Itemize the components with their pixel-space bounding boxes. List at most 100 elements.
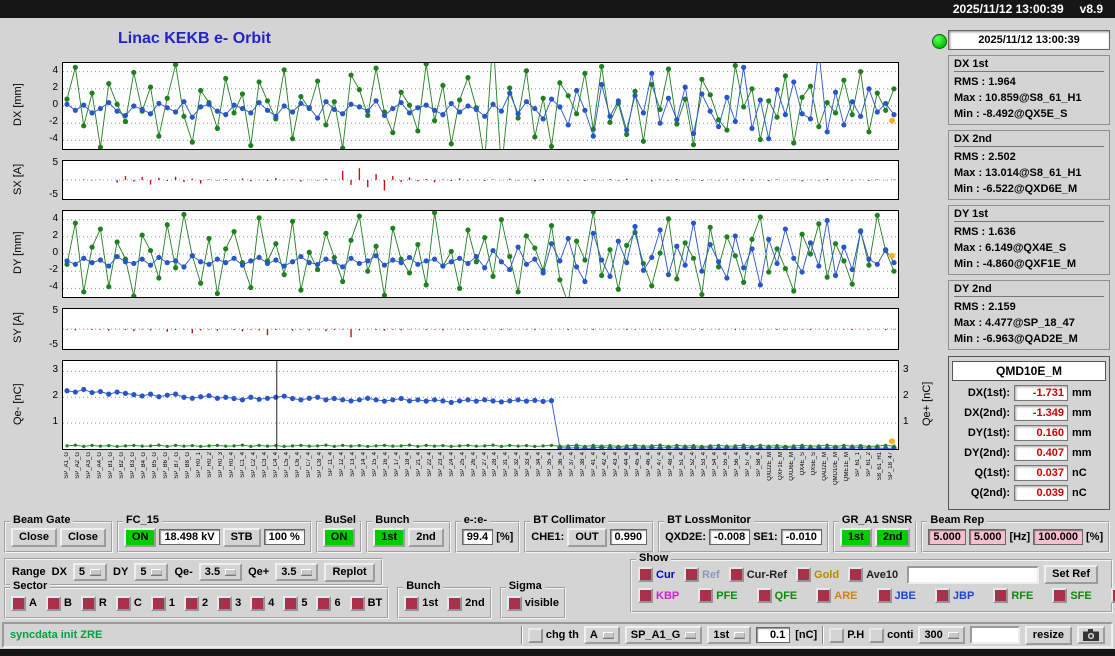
- range-select-0[interactable]: 5: [72, 563, 108, 581]
- range-select-2[interactable]: 3.5: [198, 563, 243, 581]
- range-select-value: 5: [140, 566, 147, 578]
- threshold-input[interactable]: 0.1: [756, 627, 791, 643]
- bunch-filter-checkbox-1st[interactable]: 1st: [404, 595, 438, 611]
- x-axis-label: QXD2E_M: [767, 452, 774, 481]
- beam-gate-close-1-button[interactable]: Close: [11, 527, 57, 547]
- ph-checkbox[interactable]: P.H: [829, 627, 864, 643]
- bunch-2nd-button[interactable]: 2nd: [408, 527, 444, 547]
- sector-checkbox-b[interactable]: B: [45, 595, 72, 611]
- bunch-filter-legend: Bunch: [403, 580, 444, 592]
- show-checkbox-jbp[interactable]: JBP: [934, 588, 974, 603]
- x-axis-label: SP_11_4: [327, 452, 334, 477]
- sector-checkbox-1[interactable]: 1: [150, 595, 175, 611]
- monitor-select-dropdown[interactable]: SP_A1_G: [624, 626, 703, 644]
- x-axis-label: SP_18_4: [404, 452, 411, 477]
- show-legend: Show: [636, 552, 672, 564]
- beam-rep-readout-2: 5.000: [968, 529, 1007, 545]
- y-tick-label: -2: [49, 116, 58, 128]
- dropdown-mark-icon: [685, 632, 697, 638]
- show-checkbox-gold[interactable]: Gold: [796, 567, 839, 582]
- dropdown-mark-icon: [90, 569, 102, 575]
- sector-label: 5: [301, 597, 308, 609]
- set-ref-button[interactable]: Set Ref: [1044, 565, 1099, 584]
- sigma-group: Sigma visible: [499, 580, 566, 619]
- show-checkbox-rfe[interactable]: RFE: [993, 588, 1033, 603]
- sector-checkbox-r[interactable]: R: [80, 595, 107, 611]
- checkbox-box: [283, 595, 299, 611]
- x-axis-label: SP_C5_4: [283, 452, 290, 478]
- sector-checkbox-6[interactable]: 6: [316, 595, 341, 611]
- gr-snsr-1st-button[interactable]: 1st: [839, 527, 872, 547]
- sector-checkbox-c[interactable]: C: [115, 595, 142, 611]
- statusbar-entry[interactable]: [969, 626, 1020, 644]
- conti-checkbox[interactable]: conti: [869, 627, 913, 643]
- show-checkbox-cur[interactable]: Cur: [638, 567, 675, 582]
- beam-rep-readout-3: 100.000: [1033, 529, 1083, 545]
- sector-checkbox-3[interactable]: 3: [217, 595, 241, 611]
- beam-gate-close-2-button[interactable]: Close: [59, 527, 106, 547]
- qmd-row: DY(1st): 0.160 mm: [952, 425, 1106, 441]
- x-axis-label: SP_R0_1: [195, 452, 202, 478]
- sector-group: Sector A B R C 1 2 3 4 5 6 BT: [4, 580, 390, 619]
- beam-rep-legend: Beam Rep: [927, 514, 988, 526]
- sector-label: 6: [334, 597, 341, 609]
- che1-out-button[interactable]: OUT: [567, 527, 607, 547]
- sector-checkbox-4[interactable]: 4: [250, 595, 274, 611]
- show-checkbox-kbp[interactable]: KBP: [638, 588, 679, 603]
- ee-ratio-group: e-:e- 99.4 [%]: [454, 514, 521, 553]
- qmd-row-label: Q(1st):: [974, 467, 1010, 479]
- busel-on-button[interactable]: ON: [322, 527, 356, 547]
- show-checkbox-qfe[interactable]: QFE: [756, 588, 797, 603]
- checkbox-box: [447, 595, 463, 611]
- show-checkbox-curref[interactable]: Cur-Ref: [728, 567, 787, 582]
- show-checkbox-ave10[interactable]: Ave10: [848, 567, 898, 582]
- checkbox-box: [698, 588, 714, 603]
- range-select-3[interactable]: 3.5: [275, 563, 319, 581]
- bunch-filter-checkbox-2nd[interactable]: 2nd: [447, 595, 485, 611]
- sector-checkbox-a[interactable]: A: [11, 595, 37, 611]
- page-title: Linac KEKB e- Orbit: [118, 30, 271, 47]
- show-checkbox-zre[interactable]: ZRE: [1110, 588, 1115, 603]
- checkbox-box: [349, 595, 365, 611]
- statusbar-separator-2: [822, 626, 825, 644]
- x-axis-label: SP_38_4: [580, 452, 587, 477]
- snapshot-button[interactable]: [1077, 626, 1105, 644]
- range-select-1[interactable]: 5: [134, 563, 169, 581]
- fc15-stb-button[interactable]: STB: [222, 527, 261, 547]
- resize-button[interactable]: resize: [1024, 625, 1072, 645]
- sigma-label: visible: [524, 597, 559, 609]
- sector-checkbox-5[interactable]: 5: [283, 595, 308, 611]
- show-checkbox-jbe[interactable]: JBE: [876, 588, 916, 603]
- x-axis-label: SP_C1_4: [239, 452, 246, 478]
- show-checkbox-are[interactable]: ARE: [816, 588, 858, 603]
- sigma-checkbox-visible[interactable]: visible: [506, 595, 559, 611]
- set-ref-entry[interactable]: [907, 565, 1040, 584]
- show-checkbox-ref[interactable]: Ref: [683, 567, 720, 582]
- y-tick-label: 0: [52, 247, 58, 258]
- sector-checkbox-2[interactable]: 2: [183, 595, 208, 611]
- fc15-on-button[interactable]: ON: [123, 527, 157, 547]
- x-axis-label: SP_12_4: [338, 452, 345, 477]
- x-axis-label: SP_B1_G: [107, 452, 114, 479]
- chg-th-checkbox[interactable]: chg th: [527, 627, 579, 643]
- bunch-select-dropdown[interactable]: 1st: [707, 626, 752, 644]
- replot-button[interactable]: Replot: [324, 562, 375, 582]
- show-checkbox-pfe[interactable]: PFE: [698, 588, 738, 603]
- stat-line: Min : -4.860@QXF1E_M: [954, 258, 1076, 270]
- interval-select-dropdown[interactable]: 300: [918, 626, 965, 644]
- qmd-row-unit: nC: [1072, 487, 1087, 499]
- sector-select-dropdown[interactable]: A: [583, 626, 620, 644]
- show-checkbox-sfe[interactable]: SFE: [1052, 588, 1092, 603]
- monitor-select-value: SP_A1_G: [630, 629, 681, 641]
- bunch-1st-button[interactable]: 1st: [373, 527, 406, 547]
- x-axis-label: SP_42_4: [602, 452, 609, 477]
- qmd-row: DX(2nd): -1.349 mm: [952, 405, 1106, 421]
- checkbox-box: [11, 595, 26, 611]
- gr-snsr-2nd-button[interactable]: 2nd: [874, 527, 911, 547]
- y-tick-label: 3: [52, 364, 58, 376]
- x-axis-label: SP_58_4: [756, 452, 763, 477]
- sector-checkbox-bt[interactable]: BT: [349, 595, 383, 611]
- sector-label: BT: [367, 597, 383, 609]
- x-axis-label: SP_13_4: [349, 452, 356, 477]
- x-axis-label: SP_R0_2: [206, 452, 213, 478]
